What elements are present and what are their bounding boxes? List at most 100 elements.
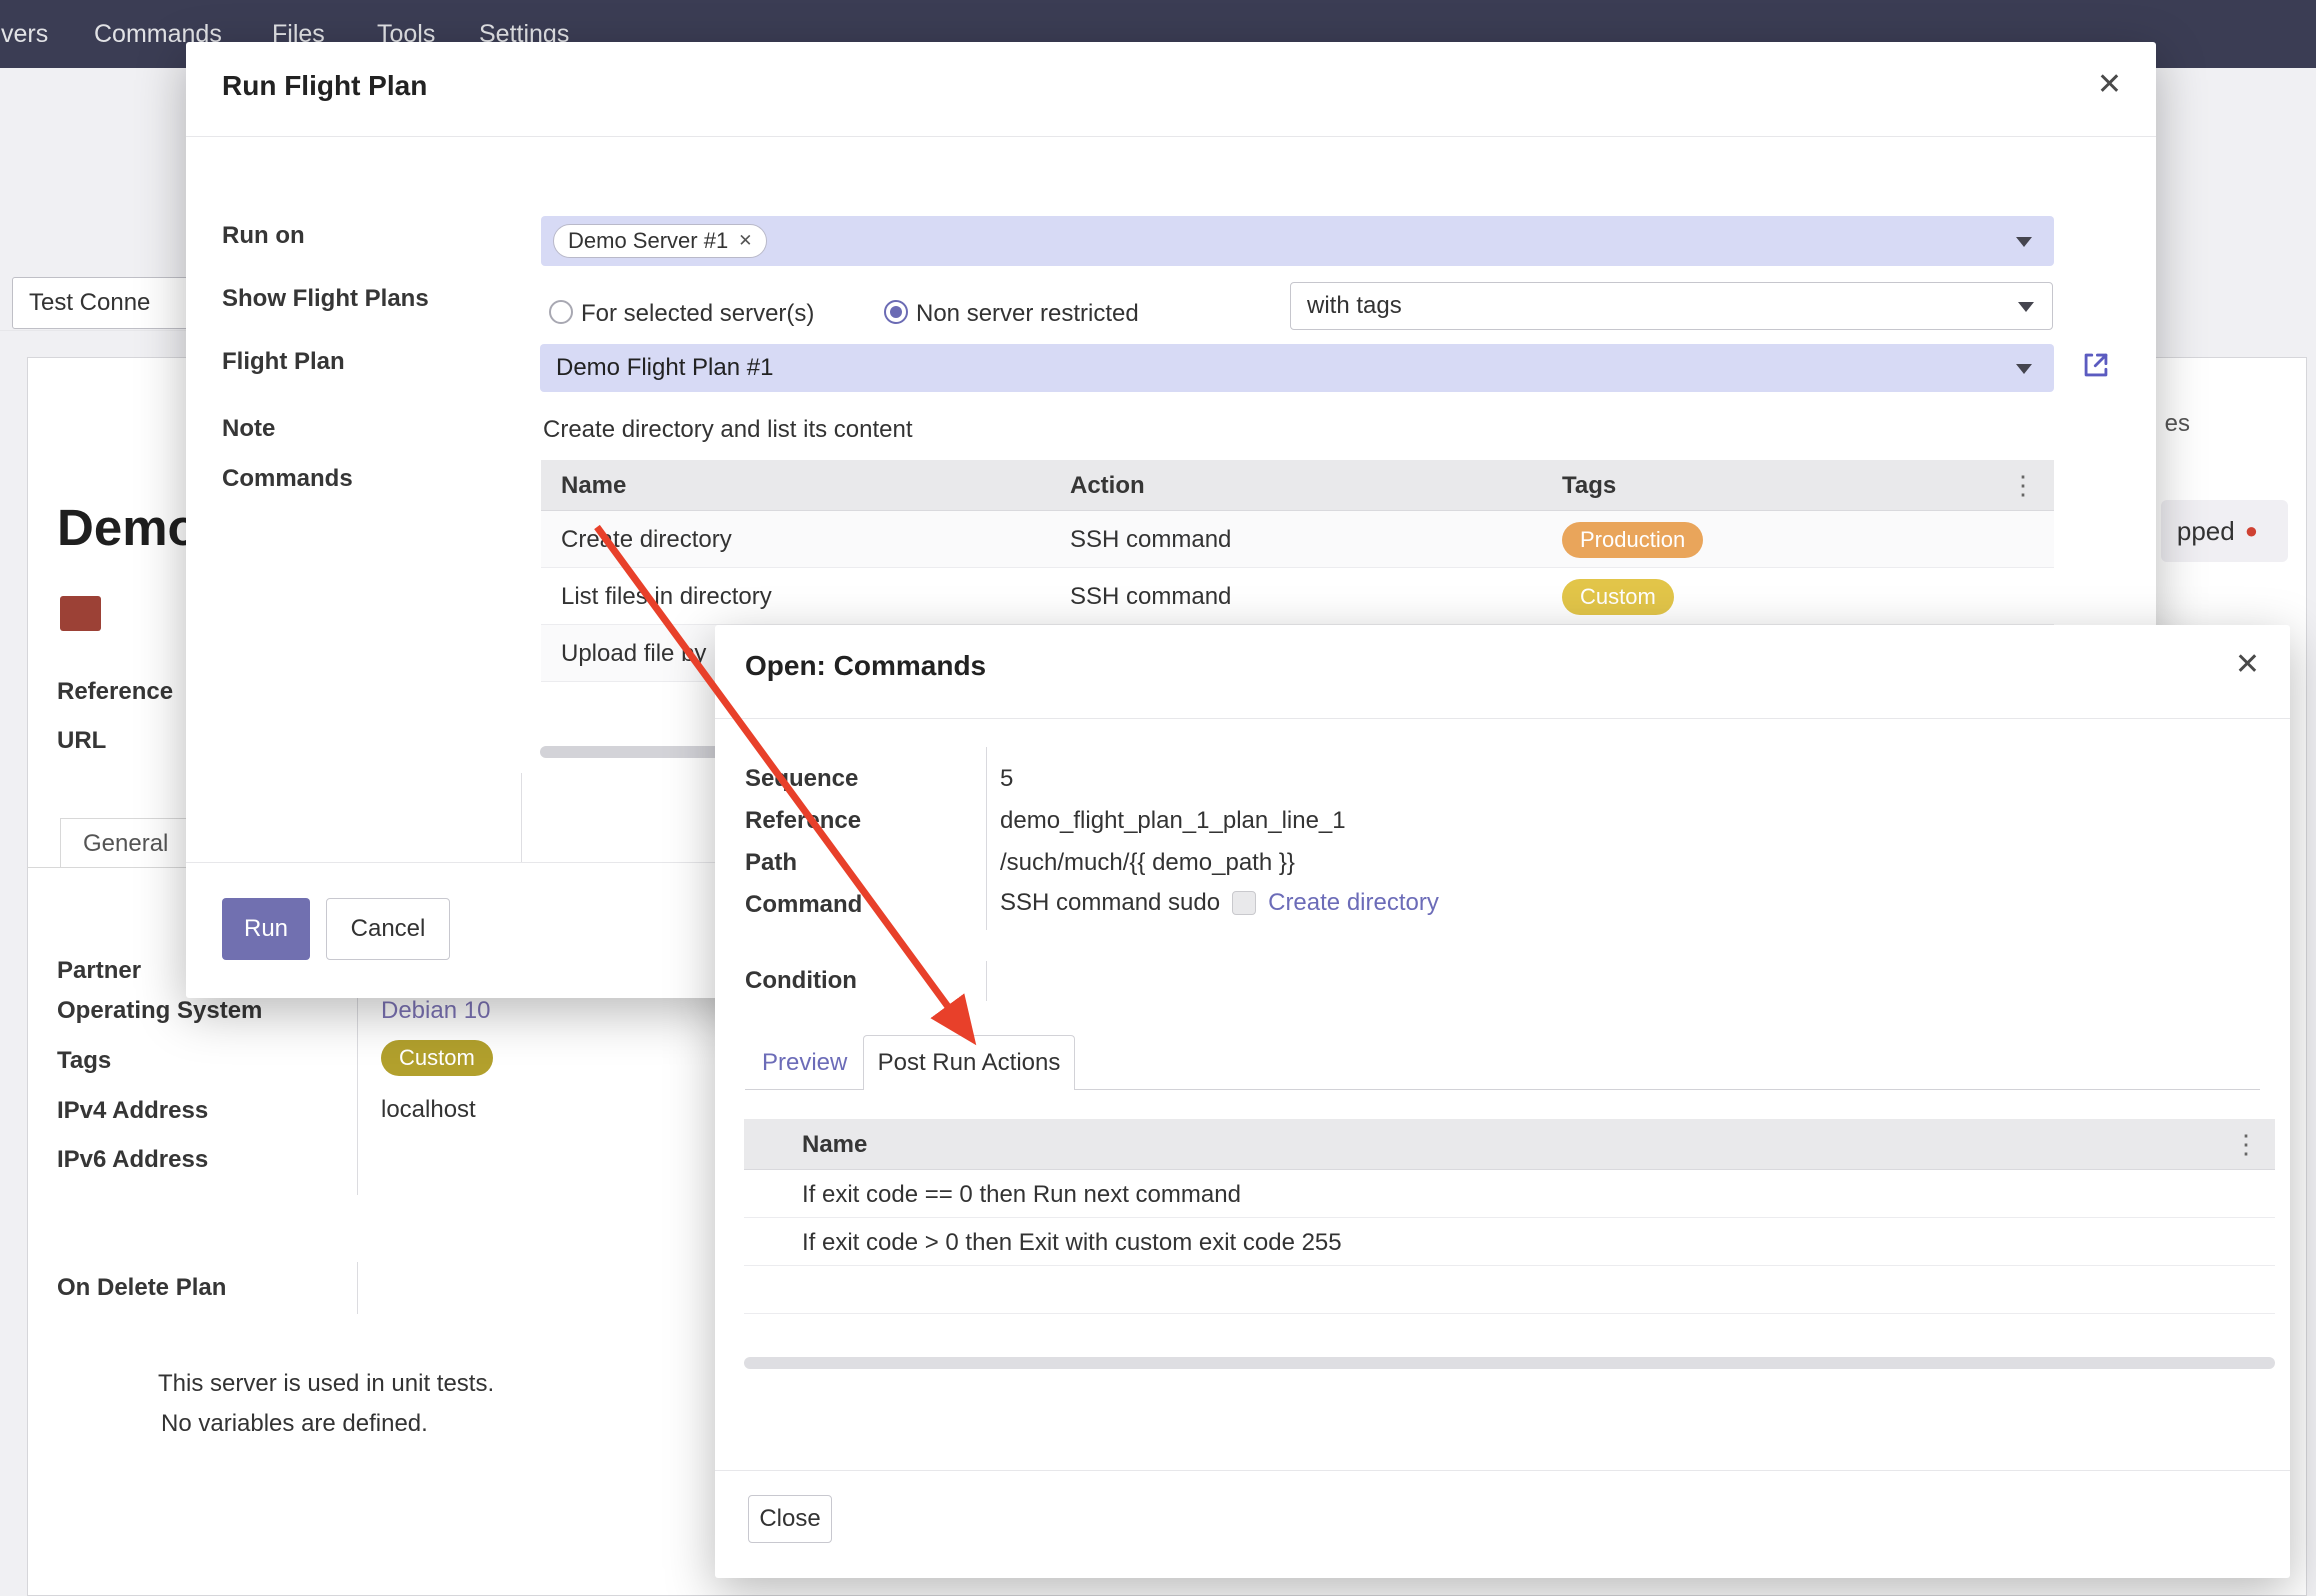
command-value: SSH command sudo xyxy=(1000,889,1220,917)
tab-post-run-actions-label: Post Run Actions xyxy=(878,1049,1061,1077)
flight-plan-description: Create directory and list its content xyxy=(543,416,913,444)
table-row[interactable]: List files in directory SSH command Cust… xyxy=(541,568,2054,625)
modal-header-divider xyxy=(186,136,2156,137)
command-value-row: SSH command sudo Create directory xyxy=(1000,889,1439,917)
table-header-row: Name ⋮ xyxy=(744,1119,2275,1170)
modal-header-divider xyxy=(715,718,2290,719)
status-label-partial: pped xyxy=(2177,516,2235,547)
row-name: If exit code == 0 then Run next command xyxy=(802,1181,1241,1209)
cancel-button-label: Cancel xyxy=(351,915,426,943)
command-label: Command xyxy=(745,891,862,919)
run-on-label: Run on xyxy=(222,222,305,250)
col-header-name[interactable]: Name xyxy=(802,1131,867,1159)
with-tags-value: with tags xyxy=(1307,292,1402,320)
row-name: Create directory xyxy=(561,526,732,554)
tab-preview[interactable]: Preview xyxy=(762,1049,847,1077)
field-label-on-delete-plan: On Delete Plan xyxy=(57,1274,226,1302)
field-label-operating-system: Operating System xyxy=(57,997,262,1025)
status-dot-icon: ● xyxy=(2245,520,2258,542)
row-action: SSH command xyxy=(1070,526,1231,554)
close-button-label: Close xyxy=(759,1505,820,1533)
screen: vers Commands Files Tools Settings Test … xyxy=(0,0,2316,1596)
field-label-partner: Partner xyxy=(57,957,141,985)
row-name: Upload file by xyxy=(561,640,706,668)
no-variables-note: No variables are defined. xyxy=(161,1410,428,1438)
sequence-label: Sequence xyxy=(745,765,858,793)
flight-plan-select[interactable]: Demo Flight Plan #1 xyxy=(540,344,2054,392)
row-name: List files in directory xyxy=(561,583,772,611)
chevron-down-icon[interactable] xyxy=(2016,364,2032,374)
note-label: Note xyxy=(222,415,275,443)
field-label-reference: Reference xyxy=(57,678,173,706)
operating-system-value[interactable]: Debian 10 xyxy=(381,997,490,1025)
field-label-ipv4: IPv4 Address xyxy=(57,1097,208,1125)
open-commands-modal: Open: Commands ✕ Sequence Reference Path… xyxy=(715,625,2290,1578)
chevron-down-icon[interactable] xyxy=(2018,302,2034,312)
reference-value: demo_flight_plan_1_plan_line_1 xyxy=(1000,807,1346,835)
page-title: Demo xyxy=(57,498,199,557)
external-link-icon[interactable] xyxy=(2079,348,2113,382)
close-button[interactable]: Close xyxy=(748,1495,832,1543)
path-value: /such/much/{{ demo_path }} xyxy=(1000,849,1295,877)
radio-for-selected-servers-label[interactable]: For selected server(s) xyxy=(581,300,814,328)
kebab-menu-icon[interactable]: ⋮ xyxy=(2233,1131,2259,1157)
field-label-url: URL xyxy=(57,727,106,755)
sequence-value: 5 xyxy=(1000,765,1013,793)
field-separator-line xyxy=(986,747,987,930)
radio-non-server-restricted-label[interactable]: Non server restricted xyxy=(916,300,1139,328)
path-label: Path xyxy=(745,849,797,877)
flight-plan-label: Flight Plan xyxy=(222,348,345,376)
run-button[interactable]: Run xyxy=(222,898,310,960)
color-swatch[interactable] xyxy=(60,596,101,631)
row-name: If exit code > 0 then Exit with custom e… xyxy=(802,1229,1342,1257)
condition-label: Condition xyxy=(745,967,857,995)
modal-title: Run Flight Plan xyxy=(222,70,427,102)
tab-post-run-actions[interactable]: Post Run Actions xyxy=(863,1035,1075,1090)
close-icon[interactable]: ✕ xyxy=(2097,70,2122,100)
table-row[interactable]: Create directory SSH command Production xyxy=(541,511,2054,568)
horizontal-scrollbar[interactable] xyxy=(744,1357,2275,1369)
col-header-tags[interactable]: Tags xyxy=(1562,472,1616,500)
unit-tests-note: This server is used in unit tests. xyxy=(158,1370,494,1398)
menu-item-servers[interactable]: vers xyxy=(1,0,48,68)
create-directory-link[interactable]: Create directory xyxy=(1268,889,1439,917)
col-header-action[interactable]: Action xyxy=(1070,472,1145,500)
field-separator-line-2 xyxy=(986,961,987,1001)
table-row[interactable]: If exit code > 0 then Exit with custom e… xyxy=(744,1218,2275,1266)
command-checkbox[interactable] xyxy=(1232,891,1256,915)
radio-for-selected-servers[interactable] xyxy=(549,300,573,324)
tags-badge[interactable]: Custom xyxy=(381,1040,493,1076)
run-button-label: Run xyxy=(244,915,288,943)
chevron-down-icon[interactable] xyxy=(2016,237,2032,247)
col-header-name[interactable]: Name xyxy=(561,472,626,500)
commands-label: Commands xyxy=(222,465,353,493)
server-tag[interactable]: Demo Server #1 ✕ xyxy=(553,224,767,258)
cancel-button[interactable]: Cancel xyxy=(326,898,450,960)
kebab-menu-icon[interactable]: ⋮ xyxy=(2010,472,2036,498)
row-tag-badge: Custom xyxy=(1562,579,1674,615)
row-action: SSH command xyxy=(1070,583,1231,611)
show-flight-plans-label: Show Flight Plans xyxy=(222,285,429,313)
flight-plan-value: Demo Flight Plan #1 xyxy=(556,354,773,382)
field-separator-line-2 xyxy=(357,1262,358,1314)
table-row-empty xyxy=(744,1266,2275,1314)
modal-title: Open: Commands xyxy=(745,650,986,682)
reference-label: Reference xyxy=(745,807,861,835)
status-badge: pped ● xyxy=(2161,500,2288,562)
radio-non-server-restricted[interactable] xyxy=(884,300,908,324)
tab-general-label: General xyxy=(83,830,168,858)
table-row[interactable]: If exit code == 0 then Run next command xyxy=(744,1170,2275,1218)
field-label-tags: Tags xyxy=(57,1047,111,1075)
notebook-edge-line xyxy=(521,773,522,863)
run-on-input[interactable]: Demo Server #1 ✕ xyxy=(541,216,2054,266)
ipv4-value: localhost xyxy=(381,1096,476,1124)
post-run-actions-table: Name ⋮ If exit code == 0 then Run next c… xyxy=(744,1119,2275,1314)
test-connection-button[interactable]: Test Conne xyxy=(12,277,212,329)
with-tags-select[interactable]: with tags xyxy=(1290,282,2053,330)
close-icon[interactable]: ✕ xyxy=(2235,650,2260,680)
field-label-ipv6: IPv6 Address xyxy=(57,1146,208,1174)
table-header-row: Name Action Tags ⋮ xyxy=(541,460,2054,511)
tag-remove-icon[interactable]: ✕ xyxy=(738,231,752,251)
server-tag-label: Demo Server #1 xyxy=(568,228,728,254)
row-tag-badge: Production xyxy=(1562,522,1703,558)
